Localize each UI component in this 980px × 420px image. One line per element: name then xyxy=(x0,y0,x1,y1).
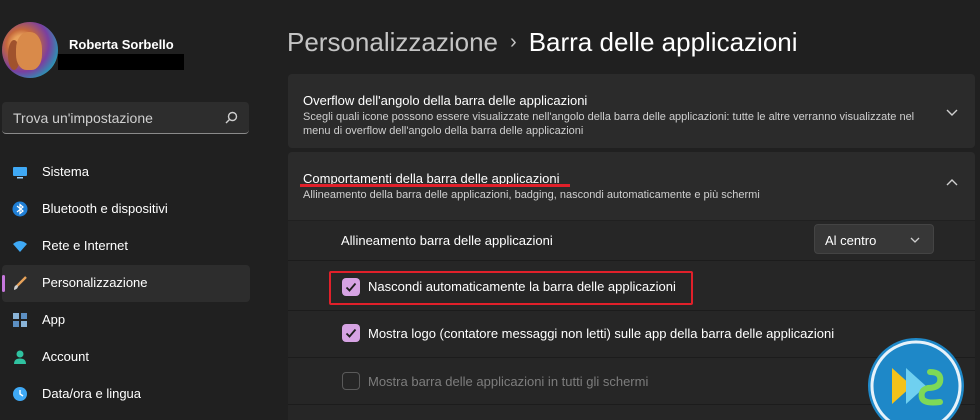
search-input[interactable]: Trova un'impostazione xyxy=(2,102,249,134)
section-behaviors[interactable]: Comportamenti della barra delle applicaz… xyxy=(288,152,975,220)
sidebar-item-sistema[interactable]: Sistema xyxy=(2,154,250,191)
chevron-down-icon xyxy=(910,237,920,243)
multi-display-checkbox[interactable] xyxy=(342,372,360,390)
sidebar-nav: Sistema Bluetooth e dispositivi Rete e I… xyxy=(2,154,250,413)
section-overflow-title: Overflow dell'angolo della barra delle a… xyxy=(303,93,588,108)
alignment-select[interactable]: Al centro xyxy=(814,224,934,254)
alignment-label: Allineamento barra delle applicazioni xyxy=(341,233,553,248)
highlight-box xyxy=(329,271,693,305)
avatar[interactable] xyxy=(2,22,58,78)
highlight-underline xyxy=(300,184,570,187)
badges-checkbox[interactable] xyxy=(342,324,360,342)
divider xyxy=(288,310,975,311)
active-indicator xyxy=(2,275,5,292)
monitor-icon xyxy=(13,167,27,179)
chevron-up-icon[interactable] xyxy=(945,176,959,190)
person-icon xyxy=(14,350,26,364)
brush-icon xyxy=(14,276,27,290)
sidebar-item-label: App xyxy=(42,312,66,327)
sidebar-item-app[interactable]: App xyxy=(2,302,250,339)
sidebar-item-bluetooth[interactable]: Bluetooth e dispositivi xyxy=(2,191,250,228)
sidebar-item-account[interactable]: Account xyxy=(2,339,250,376)
alignment-value: Al centro xyxy=(825,233,877,248)
section-overflow-desc-1: Scegli quali icone possono essere visual… xyxy=(303,111,915,123)
sidebar-item-label: Rete e Internet xyxy=(42,238,128,253)
breadcrumb-separator: › xyxy=(510,31,517,53)
bluetooth-icon xyxy=(12,201,28,217)
section-overflow-desc-2: menu di overflow dell'angolo della barra… xyxy=(303,125,584,137)
sidebar-item-personalizzazione[interactable]: Personalizzazione xyxy=(2,265,250,302)
sidebar-item-data-ora[interactable]: Data/ora e lingua xyxy=(2,376,250,413)
chevron-down-icon[interactable] xyxy=(945,105,959,119)
multi-display-label: Mostra barra delle applicazioni in tutti… xyxy=(368,374,649,389)
sidebar-item-label: Account xyxy=(42,349,89,364)
check-icon xyxy=(345,328,357,338)
sidebar-item-rete[interactable]: Rete e Internet xyxy=(2,228,250,265)
badges-label[interactable]: Mostra logo (contatore messaggi non lett… xyxy=(368,326,834,341)
logo-icon xyxy=(870,340,962,420)
sidebar-item-label: Sistema xyxy=(42,164,89,179)
sidebar: Roberta Sorbello Trova un'impostazione S… xyxy=(0,0,262,420)
breadcrumb: Personalizzazione › Barra delle applicazio… xyxy=(287,27,798,58)
divider xyxy=(288,260,975,261)
sidebar-item-label: Bluetooth e dispositivi xyxy=(42,201,168,216)
section-overflow[interactable]: Overflow dell'angolo della barra delle a… xyxy=(288,74,975,148)
globe-clock-icon xyxy=(13,387,27,401)
breadcrumb-parent[interactable]: Personalizzazione xyxy=(287,27,498,57)
user-name: Roberta Sorbello xyxy=(69,37,174,52)
page-title: Barra delle applicazioni xyxy=(528,27,798,57)
user-email-redacted xyxy=(58,54,184,70)
sidebar-item-label: Data/ora e lingua xyxy=(42,386,142,401)
search-placeholder: Trova un'impostazione xyxy=(13,110,153,126)
watermark-logo xyxy=(868,338,964,420)
search-icon xyxy=(225,111,238,124)
section-behaviors-desc: Allineamento della barra delle applicazi… xyxy=(303,189,760,201)
wifi-icon xyxy=(13,241,27,252)
apps-icon xyxy=(13,313,27,327)
sidebar-item-label: Personalizzazione xyxy=(42,275,148,290)
